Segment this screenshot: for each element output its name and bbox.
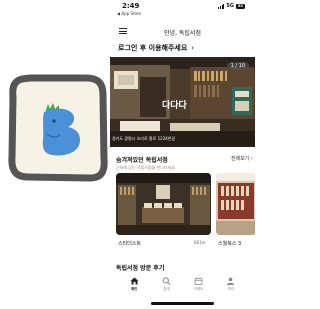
bookstore-interior-image [116, 173, 211, 235]
review-section-title: 독립서점 방문 후기 [116, 265, 165, 272]
bookstore-card-name: 스월북스 3 [218, 241, 242, 247]
calendar-icon [194, 277, 203, 285]
banner-page-counter: 1 / 10 [226, 62, 249, 70]
b-character-icon [42, 103, 80, 156]
tab-my[interactable]: 마이 [220, 272, 242, 302]
battery-icon: 83 [236, 3, 245, 9]
home-icon [130, 277, 139, 285]
bookstore-card-photo [116, 173, 211, 235]
network-label: 5G [226, 3, 234, 9]
home-indicator [151, 302, 214, 305]
tab-search-label: 검색 [163, 287, 170, 291]
login-prompt-label: 로그인 후 이용해주세요 [118, 44, 188, 52]
banner-caption: 경기도 광명시 오리로 흥로 1234번길 [112, 136, 176, 141]
status-indicators: 5G 83 [218, 3, 245, 9]
person-icon [227, 277, 235, 285]
section-title: 숨겨져있던 독립서점 [116, 157, 168, 164]
tab-home[interactable]: 메인 [123, 272, 145, 302]
banner-title: 다다다 [162, 101, 187, 111]
tab-events-label: 이벤트 [193, 287, 204, 291]
bookstore-card-name: 스타더스트 [118, 241, 142, 247]
status-time: 2:49 [122, 2, 140, 10]
app-icon [8, 73, 108, 183]
login-prompt-link[interactable]: 로그인 후 이용해주세요 › [118, 43, 194, 53]
bookstore-card-photo [216, 173, 255, 235]
bookstore-interior-image [216, 173, 255, 235]
signal-icon [218, 3, 225, 9]
section-subtitle: 근처에 있는 독립서점을 만나보세요 [116, 165, 176, 170]
status-bar: 2:49 ◀ App Store 5G 83 [110, 0, 255, 18]
app-header: 안녕, 독립서점 [110, 22, 255, 38]
bookstore-card[interactable]: 스월북스 3 [216, 173, 255, 249]
phone-screen: 2:49 ◀ App Store 5G 83 안녕, 독립서점 로그인 후 이용… [110, 0, 255, 309]
header-title: 안녕, 독립서점 [164, 30, 201, 37]
search-icon [162, 277, 171, 285]
tab-home-label: 메인 [130, 287, 138, 291]
tab-search[interactable]: 검색 [155, 272, 177, 302]
bookstore-card-distance: 661m [194, 240, 206, 245]
view-all-link[interactable]: 전체보기 › [231, 155, 253, 162]
tab-events[interactable]: 이벤트 [188, 272, 210, 302]
back-to-app-store-link[interactable]: ◀ App Store [117, 11, 141, 16]
bookstore-banner[interactable]: 1 / 10 다다다 경기도 광명시 오리로 흥로 1234번길 [110, 57, 255, 147]
chevron-right-icon: › [191, 44, 195, 52]
tab-my-label: 마이 [227, 287, 235, 291]
bottom-tab-bar: 메인 검색 이벤트 마이 [110, 272, 255, 302]
bookstore-card[interactable]: 스타더스트 661m [116, 173, 211, 249]
